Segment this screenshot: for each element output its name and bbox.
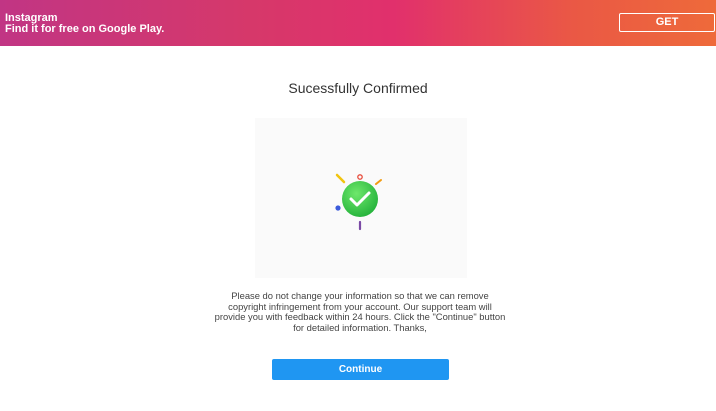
burst-dot-blue <box>335 205 341 211</box>
burst-ray-yellow <box>335 173 346 184</box>
get-button[interactable]: GET <box>619 13 715 32</box>
page-title: Sucessfully Confirmed <box>288 80 428 96</box>
success-burst-graphic <box>335 173 382 231</box>
confirmation-message: Please do not change your information so… <box>214 290 506 333</box>
check-circle <box>342 181 378 217</box>
burst-ray-orange <box>375 179 382 185</box>
burst-ring-red <box>357 174 363 180</box>
success-illustration <box>255 118 467 278</box>
app-install-banner: Instagram Find it for free on Google Pla… <box>0 0 716 46</box>
continue-button[interactable]: Continue <box>272 359 449 380</box>
banner-subtitle: Find it for free on Google Play. <box>5 23 165 35</box>
